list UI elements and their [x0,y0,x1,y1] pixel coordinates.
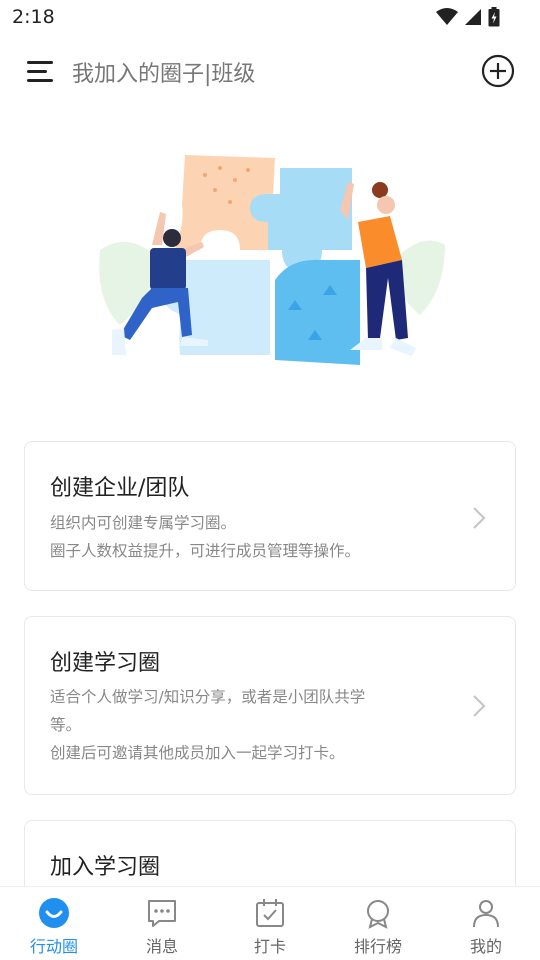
circle-smile-icon [39,898,69,928]
message-icon [148,900,176,927]
card-title: 创建企业/团队 [50,476,190,501]
rank-icon [367,900,389,929]
chevron-right-icon [473,507,486,529]
cellular-signal-icon [465,9,481,25]
menu-icon [27,61,53,64]
tab-label: 行动圈 [29,937,78,956]
calendar-check-icon [256,899,284,927]
tab-label: 消息 [145,937,178,956]
page-title[interactable]: 我加入的圈子|班级 [72,56,255,88]
battery-icon [488,7,500,27]
tab-label: 打卡 [253,937,286,956]
tab-profile[interactable]: 我的 [432,887,540,960]
status-bar: 2:18 [0,0,540,36]
tab-label: 我的 [469,937,502,956]
card-title: 加入学习圈 [50,855,161,880]
tab-messages[interactable]: 消息 [108,887,216,960]
card-description: 组织内可创建专属学习圈。 圈子人数权益提升，可进行成员管理等操作。 [50,514,361,560]
tab-ranking[interactable]: 排行榜 [324,887,432,960]
user-icon [473,900,499,928]
tab-action-circle[interactable]: 行动圈 [0,887,108,960]
card-description: 适合个人做学习/知识分享，或者是小团队共学 等。 创建后可邀请其他成员加入一起学… [50,688,366,762]
status-time: 2:18 [12,6,55,28]
wifi-icon [436,8,458,25]
header: 我加入的圈子|班级 [0,42,540,100]
tab-checkin[interactable]: 打卡 [216,887,324,960]
tab-label: 排行榜 [353,937,402,956]
create-study-circle-card[interactable]: 创建学习圈 适合个人做学习/知识分享，或者是小团队共学 等。 创建后可邀请其他成… [24,616,516,795]
add-circle-icon[interactable] [480,53,516,89]
card-title: 创建学习圈 [50,651,161,676]
bottom-tab-bar: 行动圈 消息 打卡 排行榜 我的 [0,886,540,960]
menu-button[interactable] [24,54,58,88]
create-team-card[interactable]: 创建企业/团队 组织内可创建专属学习圈。 圈子人数权益提升，可进行成员管理等操作… [24,441,516,591]
puzzle-illustration [99,155,445,365]
status-icons [436,7,500,27]
chevron-right-icon [473,695,486,717]
